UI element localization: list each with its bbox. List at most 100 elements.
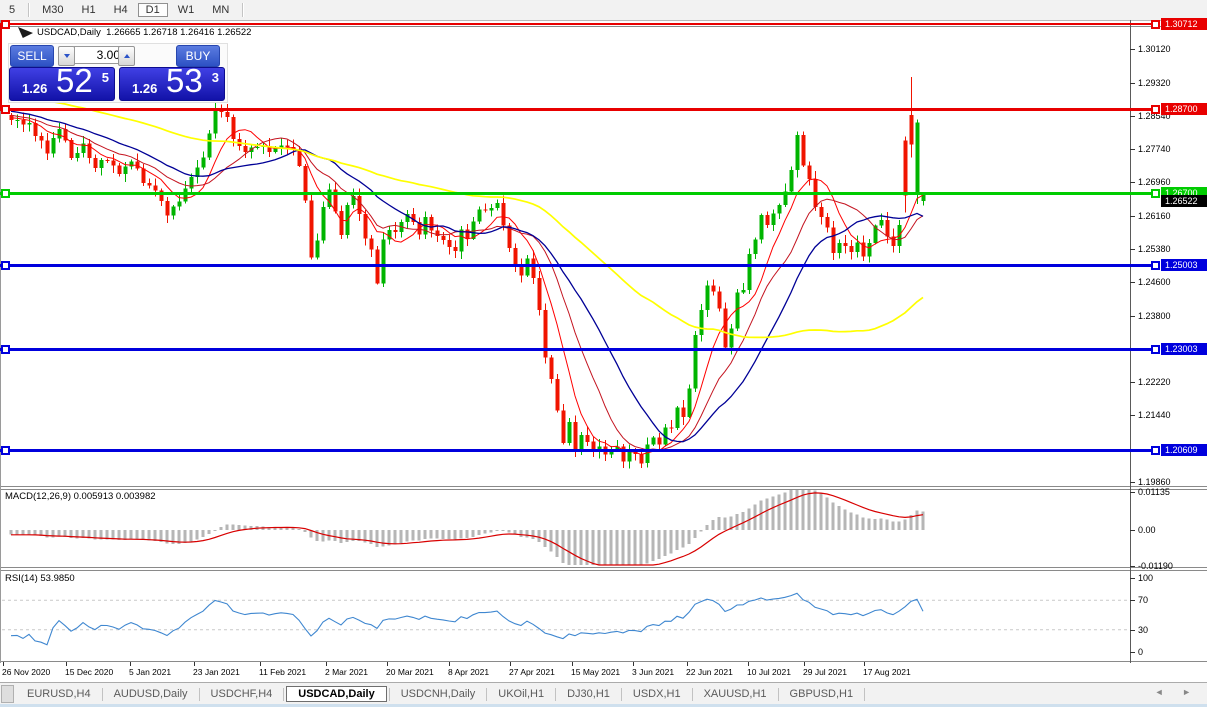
buy-price-main: 53 <box>166 62 203 99</box>
sell-price-main: 52 <box>56 62 93 99</box>
price-tick-label: 1.29320 <box>1138 78 1171 88</box>
price-level-line[interactable] <box>0 348 1160 351</box>
current-price-tag: 1.26522 <box>1161 195 1207 207</box>
date-label: 5 Jan 2021 <box>129 667 172 677</box>
rsi-tick <box>1130 600 1135 601</box>
sell-price-box[interactable]: 1.26 52 5 <box>9 62 115 101</box>
timeframe-button-H4[interactable]: H4 <box>106 3 136 17</box>
level-marker-right[interactable] <box>1151 345 1160 354</box>
level-marker-left[interactable] <box>1 261 10 270</box>
date-tick <box>130 662 131 666</box>
tab-separator <box>198 687 200 701</box>
tab-audusd-daily[interactable]: AUDUSD,Daily <box>105 686 197 702</box>
level-marker-right[interactable] <box>1151 105 1160 114</box>
tab-xauusd-h1[interactable]: XAUUSD,H1 <box>695 686 776 702</box>
tab-scroll-right-icon[interactable]: ► <box>1182 687 1199 697</box>
chart-title: USDCAD,Daily 1.26665 1.26718 1.26416 1.2… <box>37 27 251 38</box>
triangle-up-icon <box>123 54 130 58</box>
tab-scroll-arrows: ◄ ► <box>1155 687 1199 697</box>
tab-separator <box>486 687 488 701</box>
date-tick <box>633 662 634 666</box>
rsi-bottom-border <box>0 661 1207 662</box>
tab-separator <box>555 687 557 701</box>
timeframe-button-D1[interactable]: D1 <box>137 3 168 17</box>
tab-usdcad-daily[interactable]: USDCAD,Daily <box>286 686 387 702</box>
tab-usdchf-h4[interactable]: USDCHF,H4 <box>202 686 282 702</box>
rsi-tick-label: 70 <box>1138 595 1149 605</box>
rsi-tick <box>1130 578 1135 579</box>
sell-button[interactable]: SELL <box>10 45 54 67</box>
timeframe-button-H1[interactable]: H1 <box>74 3 104 17</box>
tab-scroll-left-icon[interactable]: ◄ <box>1155 687 1172 697</box>
level-marker-right[interactable] <box>1151 261 1160 270</box>
level-marker-right[interactable] <box>1151 189 1160 198</box>
tab-ukoil-h1[interactable]: UKOil,H1 <box>489 686 553 702</box>
level-marker-right[interactable] <box>1151 446 1160 455</box>
price-level-line[interactable] <box>0 192 1160 195</box>
rsi-tick-label: 100 <box>1138 573 1154 583</box>
timeframe-button-W1[interactable]: W1 <box>170 3 203 17</box>
macd-tick-label: 0.01135 <box>1138 487 1170 497</box>
price-level-tag: 1.30712 <box>1161 18 1207 30</box>
triangle-down-icon <box>63 54 70 58</box>
rsi-pane[interactable] <box>0 569 1130 661</box>
tab-separator <box>101 687 103 701</box>
price-tick <box>1130 282 1135 283</box>
level-marker-left[interactable] <box>1 345 10 354</box>
tab-usdx-h1[interactable]: USDX,H1 <box>624 686 690 702</box>
date-tick <box>194 662 195 666</box>
date-tick <box>748 662 749 666</box>
sell-price-pip: 5 <box>101 70 109 85</box>
tab-separator <box>777 687 779 701</box>
chart-tabs: EURUSD,H4 AUDUSD,Daily USDCHF,H4 USDCAD,Dai… <box>18 686 867 702</box>
level-marker-left[interactable] <box>1 105 10 114</box>
tab-separator <box>283 687 285 701</box>
tab-usdcnh-daily[interactable]: USDCNH,Daily <box>392 686 485 702</box>
volume-increase-button[interactable] <box>118 46 135 66</box>
price-tick <box>1130 149 1135 150</box>
macd-tick <box>1130 492 1135 493</box>
date-tick <box>387 662 388 666</box>
level-marker-left[interactable] <box>1 20 10 29</box>
level-marker-left[interactable] <box>1 446 10 455</box>
toolbar-separator <box>28 3 30 17</box>
timeframe-button-5[interactable]: 5 <box>1 3 23 17</box>
price-tick <box>1130 216 1135 217</box>
price-level-line[interactable] <box>0 264 1160 267</box>
buy-price-prefix: 1.26 <box>132 81 158 96</box>
buy-price-box[interactable]: 1.26 53 3 <box>119 62 225 101</box>
tab-bar-stub <box>1 685 14 703</box>
date-label: 22 Jun 2021 <box>686 667 733 677</box>
date-tick <box>864 662 865 666</box>
price-tick-label: 1.23800 <box>1138 311 1171 321</box>
timeframe-button-M30[interactable]: M30 <box>34 3 71 17</box>
timeframe-button-MN[interactable]: MN <box>204 3 237 17</box>
tab-gbpusd-h1[interactable]: GBPUSD,H1 <box>781 686 863 702</box>
level-marker-right[interactable] <box>1151 20 1160 29</box>
one-click-trade-panel: SELL BUY 1.26 52 5 1.26 53 3 <box>8 43 228 103</box>
price-tick <box>1130 116 1135 117</box>
level-marker-left[interactable] <box>1 189 10 198</box>
date-tick <box>3 662 4 666</box>
tab-eurusd-h4[interactable]: EURUSD,H4 <box>18 686 100 702</box>
macd-rsi-splitter[interactable] <box>0 567 1207 568</box>
price-level-line[interactable] <box>0 449 1160 452</box>
toolbar-separator <box>242 3 244 17</box>
price-tick-label: 1.26160 <box>1138 211 1171 221</box>
price-tick-label: 1.19860 <box>1138 477 1171 487</box>
rsi-indicator-label: RSI(14) 53.9850 <box>5 573 75 584</box>
date-tick <box>510 662 511 666</box>
macd-pane[interactable] <box>0 488 1130 567</box>
chart-symbol-label: USDCAD,Daily <box>37 27 101 38</box>
date-label: 27 Apr 2021 <box>509 667 555 677</box>
date-label: 26 Nov 2020 <box>2 667 51 677</box>
price-level-line[interactable] <box>0 108 1160 111</box>
rsi-tick <box>1130 630 1135 631</box>
tab-dj30-h1[interactable]: DJ30,H1 <box>558 686 619 702</box>
price-tick <box>1130 316 1135 317</box>
price-level-line[interactable] <box>0 23 1160 25</box>
price-tick <box>1130 482 1135 483</box>
rsi-tick-label: 30 <box>1138 625 1149 635</box>
date-tick <box>260 662 261 666</box>
main-macd-splitter[interactable] <box>0 486 1207 487</box>
